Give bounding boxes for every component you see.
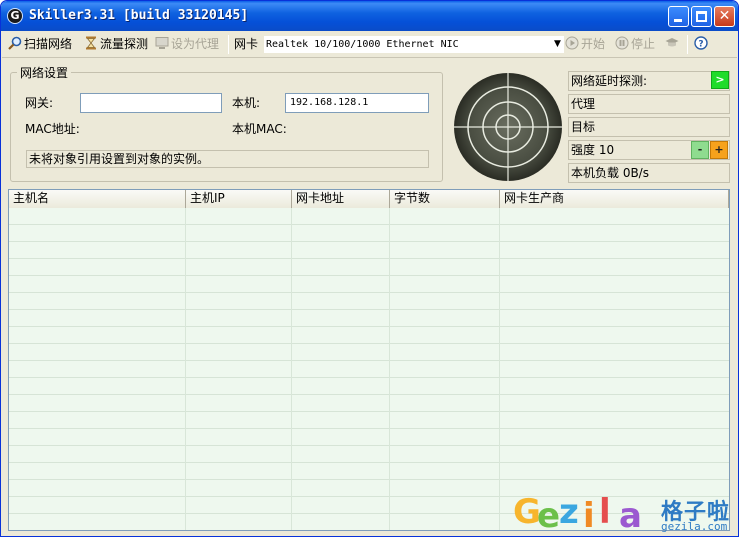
- column-header-mac[interactable]: 网卡地址: [292, 190, 390, 208]
- set-proxy-label: 设为代理: [171, 37, 220, 51]
- radar-icon: [454, 73, 562, 181]
- hourglass-icon: [86, 36, 96, 50]
- graduation-cap-icon: [665, 38, 679, 47]
- watermark-url: gezila.com: [661, 520, 728, 533]
- monitor-icon: [155, 37, 169, 49]
- gateway-label: 网关:: [25, 96, 54, 110]
- table-body[interactable]: [9, 208, 729, 530]
- local-ip-input[interactable]: 192.168.128.1: [285, 93, 429, 113]
- toolbar-separator: [228, 35, 229, 54]
- nic-select[interactable]: Realtek 10/100/1000 Ethernet NIC: [264, 36, 564, 53]
- latency-probe-row: 网络延时探测:: [568, 71, 730, 91]
- stop-label: 停止: [631, 37, 656, 51]
- watermark-letter: l: [599, 492, 611, 532]
- watermark-letter: i: [583, 496, 595, 536]
- set-proxy-button[interactable]: 设为代理: [155, 35, 219, 54]
- magnifier-icon: [8, 36, 22, 50]
- toolbar: 扫描网络 流量探测 设为代理 网卡 Realtek 10/100/1000 Et…: [2, 31, 737, 58]
- close-icon: ✕: [718, 8, 731, 24]
- app-window: G Skiller3.31 [build 33120145] ✕ 扫描网络 流量…: [0, 0, 739, 537]
- column-header-vendor[interactable]: 网卡生产商: [500, 190, 729, 208]
- traffic-sniff-label: 流量探测: [100, 37, 149, 51]
- column-header-bytes[interactable]: 字节数: [390, 190, 500, 208]
- column-header-host-ip[interactable]: 主机IP: [186, 190, 292, 208]
- strength-decrease-button[interactable]: -: [691, 141, 709, 159]
- watermark-letter: a: [619, 496, 642, 536]
- title-bar[interactable]: G Skiller3.31 [build 33120145] ✕: [1, 1, 738, 31]
- window-title: Skiller3.31 [build 33120145]: [29, 8, 249, 23]
- watermark-letter: z: [559, 492, 579, 532]
- toolbar-separator: [687, 35, 688, 54]
- close-button[interactable]: ✕: [714, 6, 735, 27]
- column-divider: [499, 208, 500, 530]
- network-settings-title: 网络设置: [17, 64, 72, 81]
- table-header: 主机名 主机IP 网卡地址 字节数 网卡生产商: [9, 190, 729, 208]
- column-divider: [185, 208, 186, 530]
- help-button[interactable]: ?: [694, 35, 710, 54]
- chevron-down-icon[interactable]: ▼: [551, 36, 564, 53]
- status-message: 未将对象引用设置到对象的实例。: [26, 150, 429, 168]
- target-row: 目标: [568, 117, 730, 137]
- local-ip-label: 本机:: [232, 96, 261, 110]
- scan-network-label: 扫描网络: [24, 37, 73, 51]
- help-icon: ?: [694, 36, 708, 50]
- column-divider: [291, 208, 292, 530]
- watermark-letter: e: [537, 496, 561, 536]
- start-label: 开始: [581, 37, 606, 51]
- column-divider: [389, 208, 390, 530]
- play-icon: [565, 36, 579, 50]
- host-table[interactable]: 主机名 主机IP 网卡地址 字节数 网卡生产商: [8, 189, 730, 531]
- maximize-button[interactable]: [691, 6, 712, 27]
- stop-button[interactable]: 停止: [615, 35, 655, 54]
- column-header-hostname[interactable]: 主机名: [9, 190, 186, 208]
- maximize-icon: [696, 11, 707, 22]
- pause-icon: [615, 36, 629, 50]
- scan-network-button[interactable]: 扫描网络: [8, 35, 72, 54]
- nic-label: 网卡: [234, 37, 259, 51]
- traffic-sniff-button[interactable]: 流量探测: [84, 35, 148, 54]
- strength-increase-button[interactable]: +: [710, 141, 728, 159]
- start-button[interactable]: 开始: [565, 35, 605, 54]
- app-icon: G: [7, 8, 23, 24]
- minimize-icon: [674, 19, 682, 22]
- graduate-hat-button[interactable]: [665, 35, 681, 54]
- local-load-row: 本机负载 0B/s: [568, 163, 730, 183]
- local-mac-label: 本机MAC:: [232, 122, 287, 136]
- minimize-button[interactable]: [668, 6, 689, 27]
- svg-text:?: ?: [698, 40, 703, 50]
- gateway-input[interactable]: [80, 93, 222, 113]
- mac-label: MAC地址:: [25, 122, 80, 136]
- proxy-row: 代理: [568, 94, 730, 114]
- latency-probe-button[interactable]: >: [711, 71, 729, 89]
